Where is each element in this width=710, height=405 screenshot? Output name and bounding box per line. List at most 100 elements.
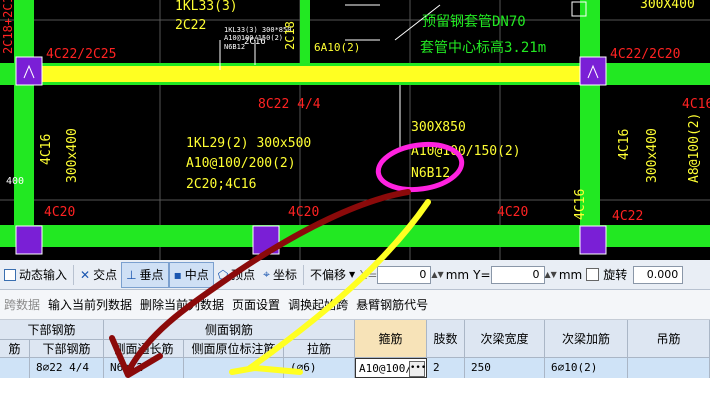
snap-perpendicular-button[interactable]: ⊥ 垂点 [121, 261, 169, 288]
table-cell-side-in-situ-rebar[interactable] [184, 358, 284, 378]
midpoint-icon: ▪ [173, 267, 182, 282]
coordinate-label: 坐标 [272, 268, 297, 282]
rebar-table: 下部钢筋 侧面钢筋 筋 下部钢筋 侧面通长筋 侧面原位标注筋 拉筋 箍筋 肢数 … [0, 320, 710, 405]
table-cell-hanger-rebar[interactable] [628, 358, 710, 378]
table-cell-secondary-beam-width[interactable]: 250 [465, 358, 545, 378]
table-cell-rebar-partial[interactable] [0, 358, 30, 378]
cad-bottom-left: 4C20 [44, 205, 75, 220]
rotate-input[interactable] [633, 265, 684, 284]
cad-beam-label-1: 1KL29(2) 300x500 [186, 136, 311, 151]
perpendicular-icon: ⊥ [126, 267, 137, 282]
vertex-label: 顶点 [231, 268, 256, 282]
vertex-icon: ⬠ [217, 267, 229, 282]
y-coordinate-input[interactable] [490, 265, 545, 284]
snap-toolbar: 动态输入 ✕ 交点 ⊥ 垂点 ▪ 中点 ⬠ 顶点 ⌖ 坐标 不偏移 ▼ X= ▲… [0, 260, 710, 290]
cad-right-bottom: 4C22 [612, 209, 643, 224]
column-header-secondary-beam-rebar[interactable]: 次梁加筋 [545, 320, 628, 358]
cad-drawing-canvas[interactable]: 2C18+2C18 1KL33(3) 2C22 1KL33(3) 300*850… [0, 0, 710, 260]
cad-beam-label-2: A10@100/200(2) [186, 156, 296, 171]
snap-midpoint-button[interactable]: ▪ 中点 [168, 261, 214, 288]
perpendicular-label: 垂点 [139, 268, 164, 282]
cad-top-label-8: 2C18 [283, 21, 297, 50]
snap-coordinate-button[interactable]: ⌖ 坐标 [259, 263, 301, 287]
snap-vertex-button[interactable]: ⬠ 顶点 [214, 263, 259, 287]
x-coordinate-input[interactable] [377, 265, 432, 284]
column-header-side-through-rebar[interactable]: 侧面通长筋 [104, 340, 184, 358]
column-header-rebar-partial[interactable]: 筋 [0, 340, 30, 358]
cad-left-rebar-1: 4C22/2C25 [46, 47, 116, 62]
column-header-stirrup[interactable]: 箍筋 [355, 320, 427, 358]
cad-right-v3: 4C16 [573, 189, 588, 220]
cad-beam-label-3: 2C20;4C16 [186, 177, 256, 192]
cad-right-rebar-2: 4C16 [682, 97, 710, 112]
cad-right-v4: A8@100(2) [687, 113, 702, 183]
rotate-checkbox[interactable] [586, 268, 600, 281]
x-spin-icon[interactable]: ▲▼ [431, 270, 443, 279]
cad-left-v2: 300x400 [65, 128, 80, 183]
column-header-secondary-beam-width[interactable]: 次梁宽度 [465, 320, 545, 358]
x-unit: mm [445, 267, 470, 282]
cad-bottom-right-mid: 4C20 [497, 205, 528, 220]
cad-left-small: 400 [6, 176, 24, 187]
dynamic-input-label: 动态输入 [19, 268, 68, 282]
toolbar-divider [302, 264, 304, 285]
menu-item-cantilever-code[interactable]: 悬臂钢筋代号 [352, 296, 432, 313]
column-header-bottom-rebar[interactable]: 下部钢筋 [30, 340, 104, 358]
ellipsis-icon[interactable]: ••• [409, 361, 426, 377]
cad-left-v1: 4C16 [39, 134, 54, 165]
cad-right-v1: 4C16 [617, 129, 632, 160]
menu-item-swap-start-span[interactable]: 调换起始跨 [284, 296, 352, 313]
column-header-hanger-rebar[interactable]: 吊筋 [628, 320, 710, 358]
column-header-tie-bar[interactable]: 拉筋 [284, 340, 355, 358]
toolbar-divider [73, 264, 75, 285]
intersection-label: 交点 [93, 268, 118, 282]
cad-pipe-note-1: 预留钢套管DN70 [422, 14, 526, 30]
table-cell-side-through-rebar[interactable]: N6⌀12 [104, 358, 184, 378]
column-header-side-in-situ-rebar[interactable]: 侧面原位标注筋 [184, 340, 284, 358]
column-header-leg-count[interactable]: 肢数 [427, 320, 465, 358]
cad-top-label-7: 6A10(2) [314, 41, 360, 54]
y-unit: mm [558, 267, 583, 282]
midpoint-label: 中点 [184, 268, 209, 282]
cad-top-label-6: N6B12 [224, 43, 245, 51]
intersection-icon: ✕ [80, 267, 91, 282]
group-header-bottom-rebar: 下部钢筋 [0, 320, 104, 340]
cad-section-size: 300X850 [411, 120, 466, 135]
snap-intersection-button[interactable]: ✕ 交点 [76, 263, 121, 287]
cad-top-label-2: 2C22 [175, 18, 206, 33]
table-cell-secondary-beam-rebar[interactable]: 6⌀10(2) [545, 358, 628, 378]
cad-circled-label: N6B12 [411, 166, 450, 181]
offset-label: 不偏移 [309, 268, 346, 282]
cad-top-left-label: 2C18+2C18 [1, 0, 15, 54]
y-spin-icon[interactable]: ▲▼ [545, 270, 557, 279]
table-cell-bottom-rebar[interactable]: 8⌀22 4/4 [30, 358, 104, 378]
dynamic-input-icon [4, 268, 16, 281]
cad-mid-rebar: 8C22 4/4 [258, 97, 321, 112]
menu-item-page-setup[interactable]: 页面设置 [228, 296, 284, 313]
cad-pipe-note-2: 套管中心标高3.21m [420, 39, 546, 56]
stirrup-value: A10@100/ [359, 362, 412, 375]
cad-top-label-1: 1KL33(3) [175, 0, 238, 14]
table-cell-leg-count[interactable]: 2 [427, 358, 465, 378]
y-label: Y= [473, 267, 491, 282]
table-cell-stirrup-editor[interactable]: A10@100/ ••• [355, 358, 427, 378]
table-menu-bar: 跨数据 输入当前列数据 删除当前列数据 页面设置 调换起始跨 悬臂钢筋代号 [0, 290, 710, 320]
table-cell-tie-bar[interactable]: (⌀6) [284, 358, 355, 378]
menu-item-span-data[interactable]: 跨数据 [0, 296, 44, 313]
x-label: X= [359, 267, 378, 282]
group-header-side-rebar: 侧面钢筋 [104, 320, 355, 340]
cad-right-v2: 300x400 [645, 128, 660, 183]
cad-right-rebar-1: 4C22/2C20 [610, 47, 680, 62]
dynamic-input-toggle[interactable]: 动态输入 [0, 263, 71, 287]
menu-item-delete-column[interactable]: 删除当前列数据 [136, 296, 228, 313]
chevron-down-icon: ▼ [348, 270, 356, 279]
cad-right-top: 300X400 [640, 0, 695, 12]
offset-dropdown[interactable]: 不偏移 ▼ [306, 263, 359, 287]
rotate-label: 旋转 [603, 268, 628, 282]
cad-top-label-3: 1KL33(3) 300*850 [224, 26, 291, 34]
cad-bottom-mid: 4C20 [288, 205, 319, 220]
coordinate-icon: ⌖ [263, 267, 270, 281]
cad-top-label-5: 2C16 [244, 37, 266, 47]
selected-beam-highlight [20, 66, 600, 82]
menu-item-input-column[interactable]: 输入当前列数据 [44, 296, 136, 313]
